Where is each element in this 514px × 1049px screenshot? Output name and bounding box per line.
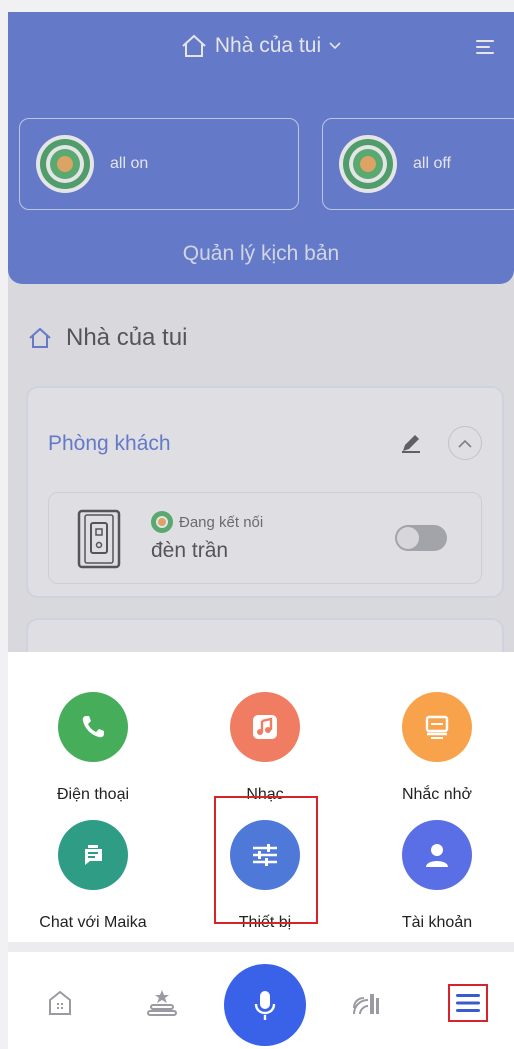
menu-item-reminder[interactable]: Nhắc nhở [352, 692, 514, 804]
manage-scenes-link[interactable]: Quản lý kịch bản [8, 242, 514, 266]
home-name: Nhà của tui [214, 34, 322, 57]
filter-menu-icon[interactable] [476, 40, 494, 58]
device-status: Đang kết nối [151, 511, 263, 533]
wall-switch-icon [77, 509, 121, 569]
scene-label: all off [413, 155, 451, 172]
chat-robot-icon [58, 820, 128, 890]
nav-home[interactable] [40, 986, 80, 1020]
home-selector[interactable]: Nhà của tui [8, 34, 514, 64]
device-power-toggle[interactable] [395, 525, 447, 551]
room-name: Phòng khách [48, 432, 171, 455]
scene-card-all-off[interactable]: all off [322, 118, 514, 210]
menu-item-phone[interactable]: Điện thoại [8, 692, 178, 804]
room-card: Phòng khách Đang kết nối đèn trần [26, 386, 504, 598]
voice-mic-button[interactable] [224, 964, 306, 1046]
menu-sheet: Điện thoại Nhạc Nhắc nhở Chat với Maika … [8, 652, 514, 942]
home-icon [49, 990, 71, 1015]
scene-badge-icon [36, 135, 94, 193]
voice-mic-icon [254, 991, 276, 1020]
scene-badge-icon [339, 135, 397, 193]
menu-icon [456, 994, 480, 1012]
phone-icon [58, 692, 128, 762]
bottom-nav [8, 952, 514, 1049]
scene-label: all on [110, 155, 149, 172]
nav-scenes[interactable] [142, 986, 182, 1020]
music-icon [230, 692, 300, 762]
chevron-up-icon [458, 439, 472, 448]
house-icon [182, 34, 206, 57]
signal-icon [353, 994, 379, 1015]
edit-pencil-icon[interactable] [400, 432, 422, 454]
scene-icon [147, 990, 177, 1016]
device-card[interactable]: Đang kết nối đèn trần [48, 492, 482, 584]
app-screen: Nhà của tui all on all off Quản lý kịch … [8, 12, 514, 1049]
nav-menu[interactable] [448, 984, 488, 1022]
header: Nhà của tui all on all off Quản lý kịch … [8, 12, 514, 284]
device-name: đèn trần [151, 539, 229, 562]
menu-item-chat-maika[interactable]: Chat với Maika [8, 820, 178, 932]
nav-connect[interactable] [346, 986, 386, 1020]
account-icon [402, 820, 472, 890]
collapse-button[interactable] [448, 426, 482, 460]
home-section-title: Nhà của tui [28, 324, 187, 352]
highlight-box [214, 796, 318, 924]
chevron-down-icon [329, 42, 341, 50]
status-badge-icon [151, 511, 173, 533]
menu-item-account[interactable]: Tài khoản [352, 820, 514, 932]
menu-item-music[interactable]: Nhạc [180, 692, 350, 804]
scene-card-all-on[interactable]: all on [19, 118, 299, 210]
house-icon [29, 327, 51, 348]
reminder-icon [402, 692, 472, 762]
